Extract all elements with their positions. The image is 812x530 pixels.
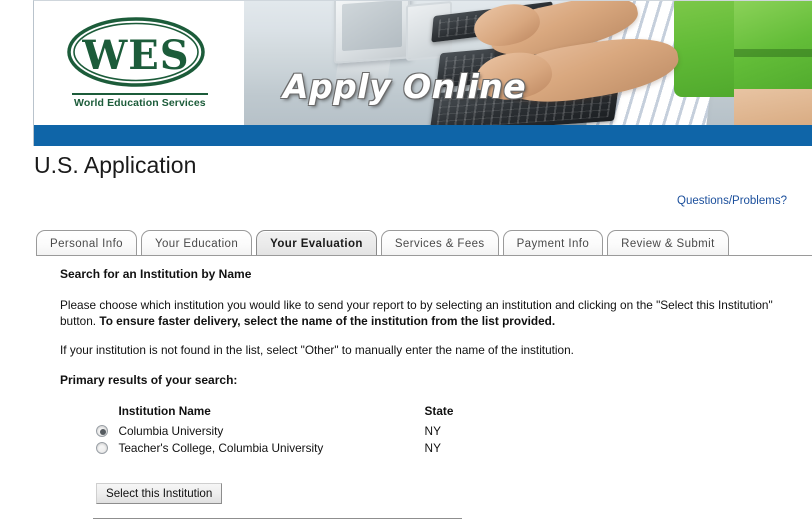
banner-blue-bar <box>34 125 812 146</box>
table-row[interactable]: Columbia University NY <box>96 423 496 440</box>
institution-radio-columbia-university[interactable] <box>96 425 108 437</box>
tab-review-submit[interactable]: Review & Submit <box>607 230 729 256</box>
table-row[interactable]: Teacher's College, Columbia University N… <box>96 440 496 457</box>
tab-your-evaluation[interactable]: Your Evaluation <box>256 230 377 256</box>
instructions-text-bold: To ensure faster delivery, select the na… <box>99 314 556 328</box>
monitor-screen-image <box>342 1 402 52</box>
tab-bar-underline <box>36 255 812 256</box>
banner-photo: Apply Online WES World Education Service… <box>34 1 812 125</box>
tab-payment-info[interactable]: Payment Info <box>502 230 604 256</box>
institution-state-1: NY <box>424 441 441 455</box>
institution-name-1: Teacher's College, Columbia University <box>118 441 324 455</box>
institution-radio-teachers-college[interactable] <box>96 442 108 454</box>
select-this-institution-button[interactable]: Select this Institution <box>96 483 223 504</box>
site-banner: Apply Online WES World Education Service… <box>33 0 812 146</box>
arm-skin-image <box>734 89 812 125</box>
wes-logo-divider <box>72 93 208 95</box>
instructions-paragraph-1: Please choose which institution you woul… <box>60 297 796 329</box>
tab-personal-info[interactable]: Personal Info <box>36 230 137 256</box>
table-header-row: Institution Name State <box>96 404 496 423</box>
questions-problems-link[interactable]: Questions/Problems? <box>677 195 787 207</box>
wes-logo-oval-icon: WES <box>67 17 205 87</box>
tab-your-education[interactable]: Your Education <box>140 230 253 256</box>
institution-radio-cell-0[interactable] <box>96 423 118 440</box>
wes-logo-subtitle: World Education Services <box>74 97 206 109</box>
green-shirt-right-image <box>734 1 812 89</box>
table-header-institution-name: Institution Name <box>118 404 211 418</box>
banner-title: Apply Online <box>283 67 527 106</box>
results-label: Primary results of your search: <box>60 373 238 387</box>
content-divider <box>93 518 462 519</box>
tab-services-fees[interactable]: Services & Fees <box>380 230 499 256</box>
green-shirt-fold-image <box>734 49 812 57</box>
institution-state-0: NY <box>424 424 441 438</box>
institution-name-0: Columbia University <box>118 424 224 438</box>
table-header-select <box>96 404 118 423</box>
computer-monitor-image <box>334 1 410 64</box>
application-page: Apply Online WES World Education Service… <box>0 0 812 530</box>
tab-bar: Personal Info Your Education Your Evalua… <box>36 226 812 256</box>
institution-results-table: Institution Name State Columbia Universi… <box>96 404 496 457</box>
section-heading: Search for an Institution by Name <box>60 267 252 281</box>
instructions-paragraph-2: If your institution is not found in the … <box>60 343 574 357</box>
institution-radio-cell-1[interactable] <box>96 440 118 457</box>
page-title: U.S. Application <box>34 152 197 178</box>
svg-text:WES: WES <box>81 32 189 79</box>
table-header-state: State <box>424 404 454 418</box>
wes-logo[interactable]: WES World Education Services <box>34 1 244 125</box>
